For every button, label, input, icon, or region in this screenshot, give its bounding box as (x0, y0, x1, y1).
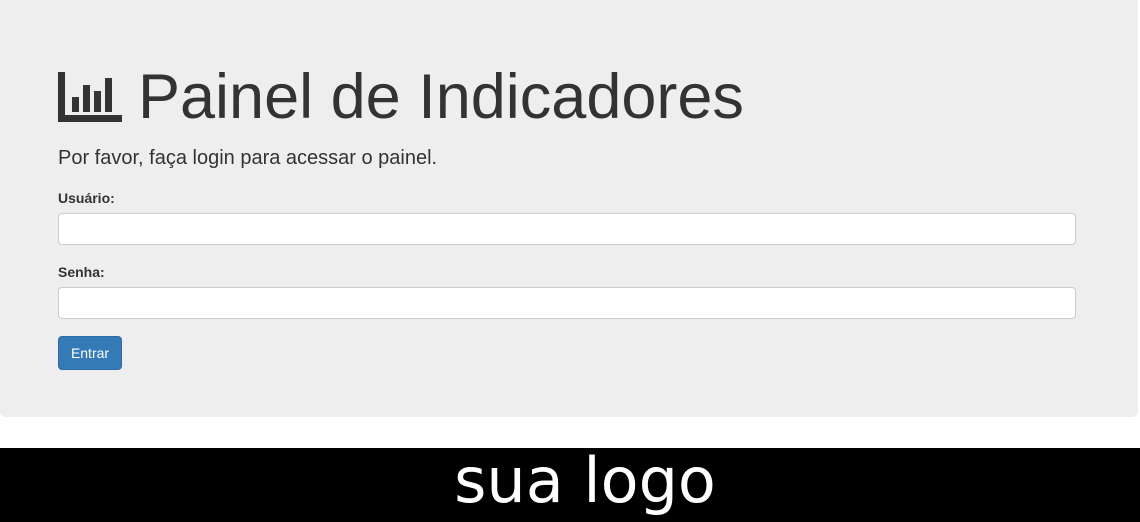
page-title: Painel de Indicadores (138, 62, 744, 132)
title-row: Painel de Indicadores (58, 62, 744, 132)
login-instructions: Por favor, faça login para acessar o pai… (58, 147, 438, 169)
login-panel: Painel de Indicadores Por favor, faça lo… (0, 0, 1138, 417)
logo-text: sua logo (454, 448, 716, 517)
password-input[interactable] (58, 287, 1076, 319)
password-label: Senha: (58, 264, 105, 280)
footer-logo-bar: sua logo (0, 448, 1140, 522)
username-input[interactable] (58, 213, 1076, 245)
bar-chart-icon (58, 72, 122, 122)
login-button[interactable]: Entrar (58, 336, 122, 370)
username-label: Usuário: (58, 190, 115, 206)
